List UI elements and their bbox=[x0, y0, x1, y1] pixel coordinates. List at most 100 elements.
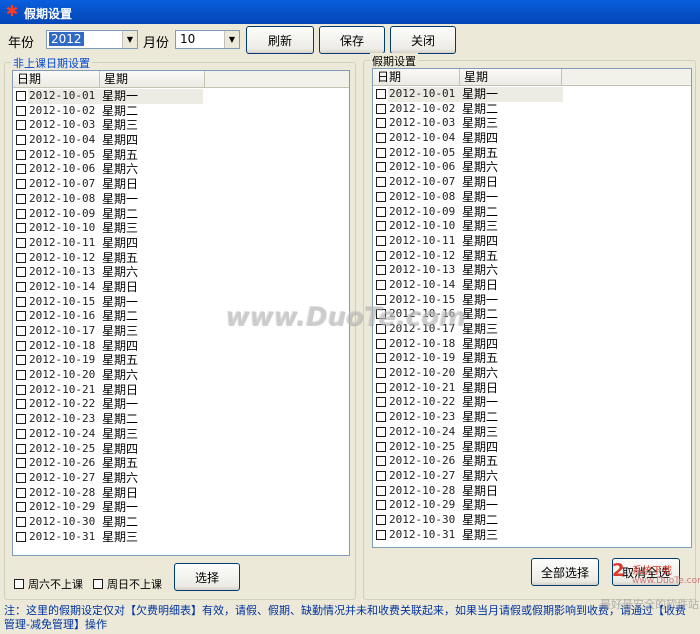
row-checkbox[interactable] bbox=[376, 500, 386, 511]
row-checkbox[interactable] bbox=[16, 487, 26, 498]
list-item[interactable]: 2012-10-05 星期五 bbox=[13, 148, 349, 163]
list-item[interactable]: 2012-10-13 星期六 bbox=[13, 265, 349, 280]
row-checkbox[interactable] bbox=[376, 397, 386, 408]
row-checkbox[interactable] bbox=[376, 279, 386, 290]
row-checkbox[interactable] bbox=[16, 370, 26, 381]
list-item[interactable]: 2012-10-14 星期日 bbox=[373, 278, 691, 293]
column-header-weekday[interactable]: 星期 bbox=[460, 69, 562, 85]
list-item[interactable]: 2012-10-17 星期三 bbox=[373, 322, 691, 337]
row-checkbox[interactable] bbox=[376, 353, 386, 364]
select-all-button[interactable]: 全部选择 bbox=[531, 558, 599, 586]
list-item[interactable]: 2012-10-15 星期一 bbox=[373, 293, 691, 308]
list-item[interactable]: 2012-10-04 星期四 bbox=[373, 131, 691, 146]
chevron-down-icon[interactable]: ▼ bbox=[224, 31, 239, 48]
month-select[interactable]: 10 ▼ bbox=[175, 30, 240, 49]
list-item[interactable]: 2012-10-01 星期一 bbox=[373, 87, 691, 102]
row-checkbox[interactable] bbox=[376, 206, 386, 217]
row-checkbox[interactable] bbox=[376, 368, 386, 379]
saturday-off-checkbox[interactable]: 周六不上课 bbox=[14, 576, 83, 592]
year-select[interactable]: 2012 ▼ bbox=[46, 30, 138, 49]
column-header-date[interactable]: 日期 bbox=[373, 69, 460, 85]
list-item[interactable]: 2012-10-12 星期五 bbox=[13, 251, 349, 266]
select-button[interactable]: 选择 bbox=[174, 563, 240, 591]
row-checkbox[interactable] bbox=[16, 414, 26, 425]
close-button[interactable]: 关闭 bbox=[390, 26, 456, 54]
column-header-date[interactable]: 日期 bbox=[13, 71, 100, 87]
row-checkbox[interactable] bbox=[376, 147, 386, 158]
row-checkbox[interactable] bbox=[376, 382, 386, 393]
list-item[interactable]: 2012-10-22 星期一 bbox=[13, 397, 349, 412]
list-item[interactable]: 2012-10-06 星期六 bbox=[13, 162, 349, 177]
list-item[interactable]: 2012-10-12 星期五 bbox=[373, 249, 691, 264]
row-checkbox[interactable] bbox=[376, 89, 386, 99]
row-checkbox[interactable] bbox=[376, 221, 386, 232]
list-item[interactable]: 2012-10-25 星期四 bbox=[373, 440, 691, 455]
row-checkbox[interactable] bbox=[16, 149, 26, 160]
row-checkbox[interactable] bbox=[16, 179, 26, 190]
list-item[interactable]: 2012-10-21 星期日 bbox=[13, 383, 349, 398]
row-checkbox[interactable] bbox=[16, 135, 26, 146]
list-item[interactable]: 2012-10-01 星期一 bbox=[13, 89, 349, 104]
list-item[interactable]: 2012-10-30 星期二 bbox=[373, 513, 691, 528]
column-header-weekday[interactable]: 星期 bbox=[100, 71, 205, 87]
chevron-down-icon[interactable]: ▼ bbox=[122, 31, 137, 48]
row-checkbox[interactable] bbox=[16, 443, 26, 454]
row-checkbox[interactable] bbox=[16, 193, 26, 204]
row-checkbox[interactable] bbox=[376, 338, 386, 349]
list-item[interactable]: 2012-10-09 星期二 bbox=[13, 207, 349, 222]
row-checkbox[interactable] bbox=[376, 103, 386, 114]
row-checkbox[interactable] bbox=[376, 294, 386, 305]
list-item[interactable]: 2012-10-18 星期四 bbox=[373, 337, 691, 352]
row-checkbox[interactable] bbox=[16, 252, 26, 263]
row-checkbox[interactable] bbox=[16, 281, 26, 292]
row-checkbox[interactable] bbox=[16, 531, 26, 542]
list-item[interactable]: 2012-10-07 星期日 bbox=[13, 177, 349, 192]
checkbox-box[interactable] bbox=[93, 579, 103, 589]
list-item[interactable]: 2012-10-03 星期三 bbox=[373, 116, 691, 131]
row-checkbox[interactable] bbox=[16, 105, 26, 116]
list-item[interactable]: 2012-10-30 星期二 bbox=[13, 515, 349, 530]
list-item[interactable]: 2012-10-03 星期三 bbox=[13, 118, 349, 133]
list-item[interactable]: 2012-10-04 星期四 bbox=[13, 133, 349, 148]
row-checkbox[interactable] bbox=[16, 296, 26, 307]
list-item[interactable]: 2012-10-23 星期二 bbox=[13, 412, 349, 427]
row-checkbox[interactable] bbox=[16, 208, 26, 219]
list-item[interactable]: 2012-10-11 星期四 bbox=[13, 236, 349, 251]
list-item[interactable]: 2012-10-11 星期四 bbox=[373, 234, 691, 249]
list-item[interactable]: 2012-10-29 星期一 bbox=[373, 498, 691, 513]
row-checkbox[interactable] bbox=[376, 265, 386, 276]
list-item[interactable]: 2012-10-08 星期一 bbox=[13, 192, 349, 207]
row-checkbox[interactable] bbox=[376, 441, 386, 452]
row-checkbox[interactable] bbox=[16, 502, 26, 513]
list-item[interactable]: 2012-10-15 星期一 bbox=[13, 295, 349, 310]
list-item[interactable]: 2012-10-16 星期二 bbox=[373, 307, 691, 322]
row-checkbox[interactable] bbox=[376, 456, 386, 467]
deselect-all-button[interactable]: 取消全选 bbox=[612, 558, 680, 586]
row-checkbox[interactable] bbox=[16, 355, 26, 366]
row-checkbox[interactable] bbox=[16, 311, 26, 322]
row-checkbox[interactable] bbox=[16, 399, 26, 410]
save-button[interactable]: 保存 bbox=[319, 26, 385, 54]
list-item[interactable]: 2012-10-14 星期日 bbox=[13, 280, 349, 295]
list-item[interactable]: 2012-10-13 星期六 bbox=[373, 263, 691, 278]
non-class-dates-list[interactable]: 日期 星期 2012-10-01 星期一 2012-10-02 星期二 2012-10-… bbox=[12, 70, 350, 556]
list-item[interactable]: 2012-10-29 星期一 bbox=[13, 500, 349, 515]
row-checkbox[interactable] bbox=[376, 426, 386, 437]
row-checkbox[interactable] bbox=[16, 340, 26, 351]
row-checkbox[interactable] bbox=[376, 250, 386, 261]
row-checkbox[interactable] bbox=[376, 133, 386, 144]
list-item[interactable]: 2012-10-06 星期六 bbox=[373, 160, 691, 175]
row-checkbox[interactable] bbox=[16, 458, 26, 469]
list-item[interactable]: 2012-10-20 星期六 bbox=[373, 366, 691, 381]
row-checkbox[interactable] bbox=[376, 162, 386, 173]
row-checkbox[interactable] bbox=[16, 223, 26, 234]
list-item[interactable]: 2012-10-07 星期日 bbox=[373, 175, 691, 190]
list-item[interactable]: 2012-10-17 星期三 bbox=[13, 324, 349, 339]
row-checkbox[interactable] bbox=[376, 177, 386, 188]
list-item[interactable]: 2012-10-24 星期三 bbox=[373, 425, 691, 440]
row-checkbox[interactable] bbox=[376, 412, 386, 423]
row-checkbox[interactable] bbox=[16, 472, 26, 483]
list-item[interactable]: 2012-10-10 星期三 bbox=[13, 221, 349, 236]
list-item[interactable]: 2012-10-16 星期二 bbox=[13, 309, 349, 324]
list-item[interactable]: 2012-10-28 星期日 bbox=[13, 486, 349, 501]
